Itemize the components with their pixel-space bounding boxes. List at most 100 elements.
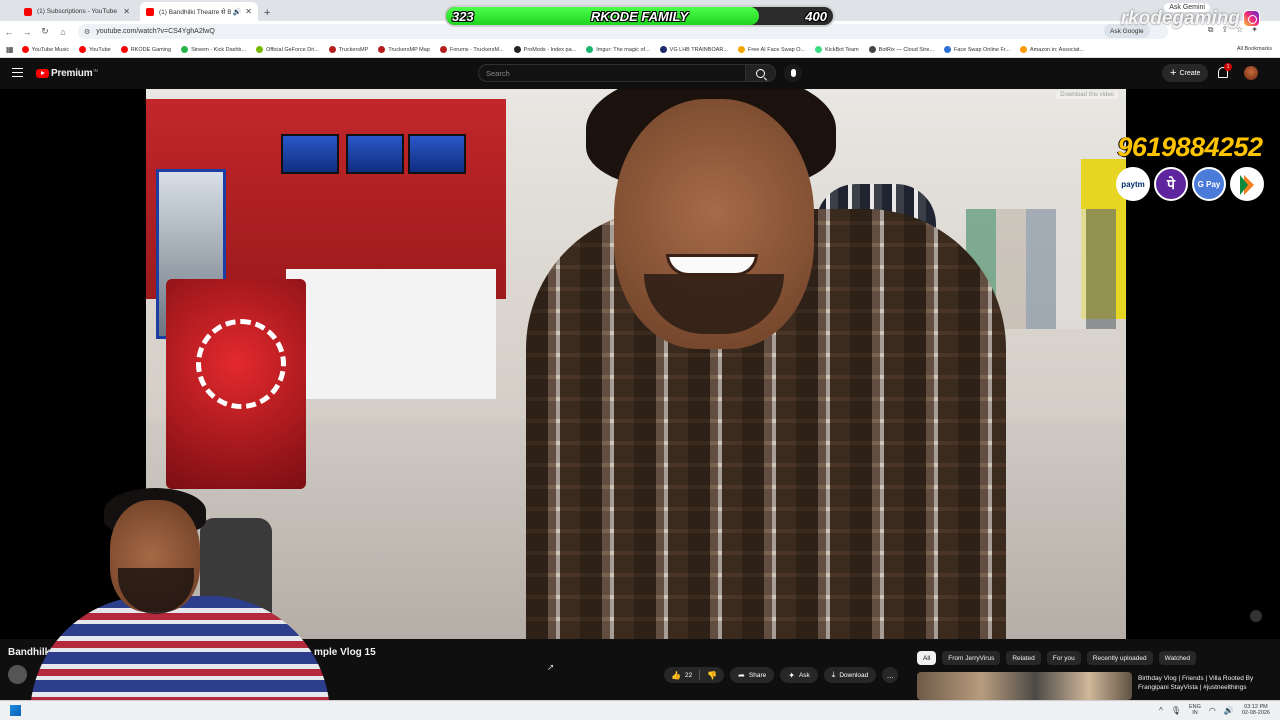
bookmark-item[interactable]: TruckersMP Map bbox=[378, 46, 430, 53]
site-info-icon[interactable]: ⚙ bbox=[84, 28, 90, 36]
bookmark-item[interactable]: VG LHB TRAINBOAR... bbox=[659, 46, 728, 53]
tab-current-video[interactable]: (1) Bandhilki Theatre से Bhaga... 🔊 ✕ bbox=[140, 2, 258, 21]
bookmark-item[interactable]: YouTube Music bbox=[21, 46, 69, 53]
bookmark-favicon-icon bbox=[21, 46, 29, 53]
search-input[interactable] bbox=[478, 64, 746, 82]
bookmark-favicon-icon bbox=[513, 46, 521, 53]
scene-menu-screen bbox=[281, 134, 339, 174]
close-tab-icon[interactable]: ✕ bbox=[245, 7, 252, 16]
channel-watermark-icon[interactable] bbox=[1250, 610, 1262, 622]
bookmark-label: BotRix — Cloud Stre... bbox=[878, 46, 934, 53]
donation-overlay: 9619884252 paytm पे G Pay bbox=[1100, 132, 1280, 201]
bookmark-item[interactable]: YouTube bbox=[79, 46, 111, 53]
bookmark-item[interactable]: Amazon.in: Associat... bbox=[1019, 46, 1084, 53]
clock[interactable]: 03:12 PM 02-08-2026 bbox=[1242, 704, 1270, 716]
bookmark-favicon-icon bbox=[181, 46, 189, 53]
microphone-icon[interactable]: 🎙 bbox=[1171, 706, 1181, 715]
bookmark-favicon-icon bbox=[439, 46, 447, 53]
country-code: IN bbox=[93, 67, 98, 73]
like-dislike-group: 👍 22 👎 bbox=[664, 667, 725, 683]
share-label: Share bbox=[748, 671, 767, 679]
goal-label: RKODE FAMILY bbox=[590, 8, 689, 24]
scene-menu-screen bbox=[408, 134, 466, 174]
share-button[interactable]: ➦ Share bbox=[730, 667, 775, 683]
volume-icon[interactable]: 🔊 bbox=[1224, 706, 1234, 715]
youtube-play-icon bbox=[36, 69, 49, 78]
streamer-webcam bbox=[0, 488, 350, 720]
dislike-button[interactable]: 👎 bbox=[700, 667, 724, 683]
speaker-icon[interactable]: 🔊 bbox=[233, 8, 242, 16]
download-button[interactable]: ⤓ Download bbox=[823, 667, 877, 683]
bookmark-item[interactable]: Official GeForce Dri... bbox=[256, 46, 319, 53]
chevron-up-icon[interactable]: ^ bbox=[1159, 706, 1163, 715]
bookmark-favicon-icon bbox=[737, 46, 745, 53]
clock-date: 02-08-2026 bbox=[1241, 710, 1270, 716]
home-icon[interactable]: ⌂ bbox=[54, 27, 72, 37]
bookmarks-bar: ▦ YouTube Music YouTube RKODE Gaming Streem… bbox=[0, 42, 1280, 58]
bookmark-favicon-icon bbox=[256, 46, 264, 53]
bookmark-label: Official GeForce Dri... bbox=[266, 46, 319, 53]
bookmark-item[interactable]: KickBot Team bbox=[815, 46, 859, 53]
bookmark-label: TruckersMP bbox=[338, 46, 369, 53]
bookmark-item[interactable]: Imgur: The magic of... bbox=[586, 46, 650, 53]
filter-chip[interactable]: For you bbox=[1046, 651, 1081, 665]
menu-icon[interactable] bbox=[12, 68, 23, 77]
more-actions-button[interactable]: ... bbox=[882, 667, 899, 683]
download-icon: ⤓ bbox=[831, 670, 836, 679]
forward-arrow-icon[interactable]: → bbox=[18, 27, 36, 37]
bookmark-favicon-icon bbox=[1019, 46, 1027, 53]
bookmark-item[interactable]: RKODE Gaming bbox=[120, 46, 171, 53]
like-count: 22 bbox=[684, 671, 693, 679]
lang-bottom: IN bbox=[1192, 710, 1198, 716]
scene-counter bbox=[286, 269, 496, 399]
bookmark-item[interactable]: Streem - Kick Dashb... bbox=[181, 46, 246, 53]
language-indicator[interactable]: ENG IN bbox=[1189, 704, 1201, 716]
bookmark-label: Forums - TruckersM... bbox=[449, 46, 504, 53]
bookmark-item[interactable]: TruckersMP bbox=[328, 46, 369, 53]
bookmark-favicon-icon bbox=[586, 46, 594, 53]
back-arrow-icon[interactable]: ← bbox=[0, 27, 18, 37]
tab-title: (1) Subscriptions - YouTube bbox=[37, 8, 117, 15]
thumbs-down-icon: 👎 bbox=[707, 670, 718, 680]
new-tab-button[interactable]: + bbox=[264, 7, 270, 19]
bookmark-label: TruckersMP Map bbox=[388, 46, 430, 53]
bookmark-item[interactable]: Forums - TruckersM... bbox=[439, 46, 504, 53]
filter-chip[interactable]: From JerryVirus bbox=[942, 651, 1001, 665]
tab-subscriptions[interactable]: (1) Subscriptions - YouTube ✕ bbox=[18, 2, 136, 21]
download-video-hint[interactable]: Download this video bbox=[1056, 91, 1118, 99]
scene-smile bbox=[666, 254, 758, 276]
close-tab-icon[interactable]: ✕ bbox=[123, 7, 130, 16]
tab-title: (1) Bandhilki Theatre से Bhaga... bbox=[159, 9, 231, 16]
like-button[interactable]: 👍 22 bbox=[664, 667, 699, 683]
filter-chip[interactable]: Related bbox=[1006, 651, 1041, 665]
filter-chip[interactable]: Watched bbox=[1158, 651, 1197, 665]
ask-button[interactable]: ✦ Ask bbox=[780, 667, 818, 683]
wifi-icon[interactable]: ◠ bbox=[1209, 706, 1216, 715]
voice-search-button[interactable] bbox=[784, 64, 802, 82]
recommendation-title[interactable]: Birthday Vlog | Friends | Villa Rooted B… bbox=[1138, 674, 1274, 692]
bookmark-item[interactable]: BotRix — Cloud Stre... bbox=[868, 46, 934, 53]
bookmark-item[interactable]: ProMods - Index pa... bbox=[513, 46, 576, 53]
account-avatar[interactable] bbox=[1244, 66, 1258, 80]
create-button[interactable]: + Create bbox=[1162, 64, 1209, 82]
filter-chip[interactable]: Recently uploaded bbox=[1086, 651, 1153, 665]
reload-icon[interactable]: ↻ bbox=[36, 26, 54, 37]
bookmark-item[interactable]: Free AI Face Swap O... bbox=[737, 46, 805, 53]
logo-text: Premium bbox=[51, 68, 93, 79]
apps-grid-icon[interactable]: ▦ bbox=[6, 45, 14, 54]
youtube-logo[interactable]: Premium IN bbox=[36, 68, 98, 79]
bookmark-favicon-icon bbox=[120, 46, 128, 53]
recommendation-thumbnail[interactable] bbox=[917, 672, 1132, 700]
url-text: youtube.com/watch?v=CS4YghA2lwQ bbox=[96, 28, 215, 35]
windows-start-icon[interactable] bbox=[10, 705, 21, 716]
search-button[interactable] bbox=[746, 64, 776, 82]
brand-overlay: Ask Gemini rkodegaming bbox=[1060, 0, 1280, 40]
bookmark-item[interactable]: Face Swap Online Fr... bbox=[943, 46, 1010, 53]
microphone-icon bbox=[790, 69, 796, 77]
filter-chip[interactable]: All bbox=[917, 651, 937, 665]
youtube-favicon-icon bbox=[24, 7, 32, 16]
bookmark-label: Streem - Kick Dashb... bbox=[191, 46, 247, 53]
ask-gemini-button[interactable]: Ask Gemini bbox=[1164, 3, 1210, 12]
search-bar bbox=[478, 64, 802, 82]
all-bookmarks-button[interactable]: All Bookmarks bbox=[1237, 46, 1272, 52]
